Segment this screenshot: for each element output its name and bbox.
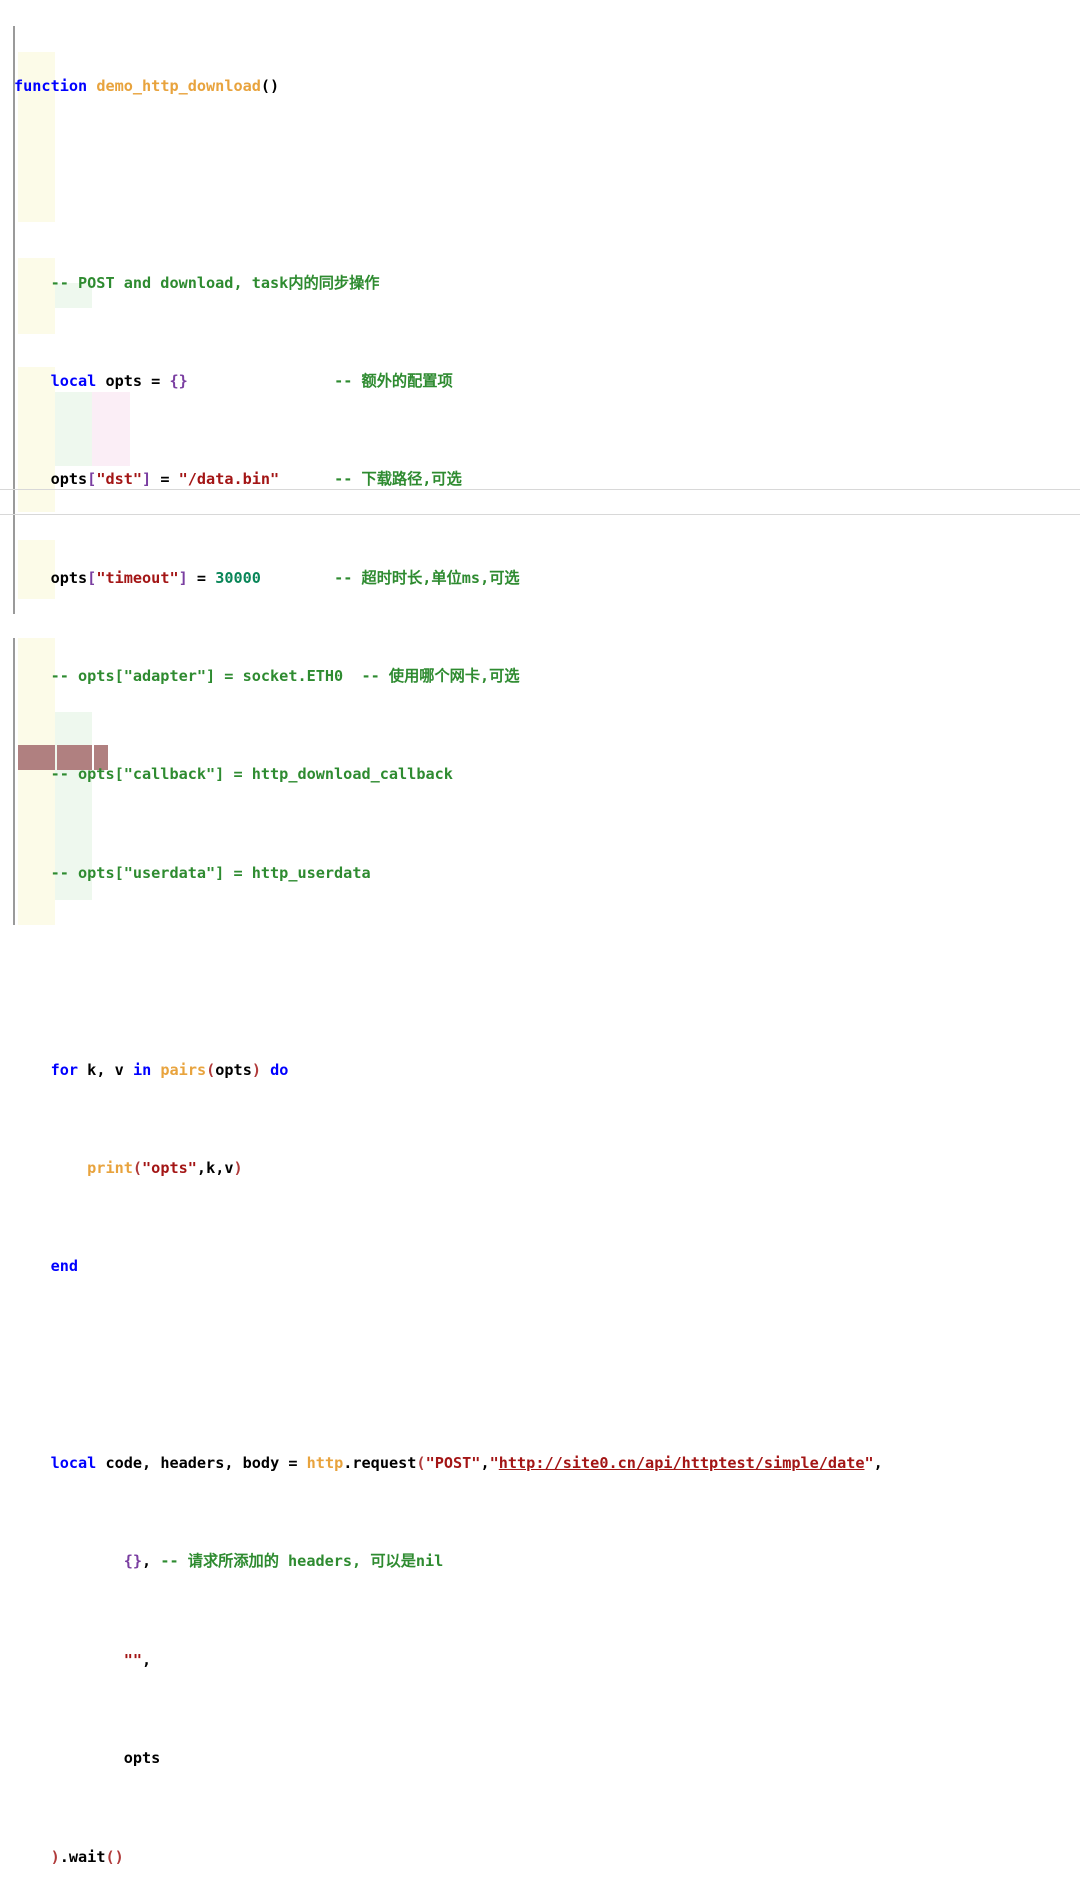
function-print: print <box>87 1158 133 1177</box>
keyword-in: in <box>132 1060 152 1079</box>
string-empty-body: "" <box>123 1650 143 1669</box>
method-wait: wait <box>68 1847 106 1866</box>
code-line[interactable]: opts["timeout"] = 30000 -- 超时时长,单位ms,可选 <box>0 566 1080 591</box>
identifier-opts: opts <box>105 371 143 390</box>
comment-disabled-callback: -- opts["callback"] = http_download_call… <box>50 765 453 784</box>
code-line[interactable]: ).wait() <box>0 1845 1080 1870</box>
code-line[interactable]: end <box>0 1254 1080 1279</box>
code-line[interactable]: -- opts["userdata"] = http_userdata <box>0 861 1080 886</box>
number-timeout: 30000 <box>215 568 261 587</box>
keyword-local: local <box>50 371 97 390</box>
keyword-for: for <box>50 1060 79 1079</box>
current-line-rule-bottom <box>0 514 1080 515</box>
code-line[interactable]: "", <box>0 1648 1080 1673</box>
comment: -- 请求所添加的 headers, 可以是nil <box>160 1552 444 1571</box>
keyword-local: local <box>50 1454 97 1473</box>
identifier-opts: opts <box>50 568 88 587</box>
code-line[interactable]: -- POST and download, task内的同步操作 <box>0 271 1080 296</box>
string-dst-key: "dst" <box>96 470 143 489</box>
comment-disabled-adapter: -- opts["adapter"] = socket.ETH0 <box>50 667 344 686</box>
code-editor-viewport[interactable]: function demo_http_download() -- POST an… <box>0 0 1080 1866</box>
code-line[interactable]: print("opts",k,v) <box>0 1156 1080 1181</box>
code-line[interactable]: -- opts["adapter"] = socket.ETH0 -- 使用哪个… <box>0 664 1080 689</box>
comment: -- 使用哪个网卡,可选 <box>361 667 520 686</box>
identifier-code: code <box>105 1454 143 1473</box>
code-content[interactable]: function demo_http_download() -- POST an… <box>0 0 1080 1902</box>
identifier-k: k <box>87 1060 97 1079</box>
comment-disabled-userdata: -- opts["userdata"] = http_userdata <box>50 863 371 882</box>
comment: -- 下载路径,可选 <box>334 470 462 489</box>
keyword-do: do <box>270 1060 289 1079</box>
code-line[interactable]: -- opts["callback"] = http_download_call… <box>0 762 1080 787</box>
string-dst-value: "/data.bin" <box>178 470 280 489</box>
identifier-body: body <box>242 1454 280 1473</box>
code-line[interactable]: local opts = {} -- 额外的配置项 <box>0 369 1080 394</box>
code-line[interactable]: function demo_http_download() <box>0 74 1080 99</box>
identifier-headers: headers <box>160 1454 225 1473</box>
code-line-blank[interactable] <box>0 172 1080 197</box>
method-request: request <box>352 1454 417 1473</box>
identifier-opts: opts <box>123 1749 161 1768</box>
string-opts-label: "opts" <box>142 1158 197 1177</box>
code-line[interactable]: for k, v in pairs(opts) do <box>0 1058 1080 1083</box>
keyword-function: function <box>14 76 88 95</box>
function-name-demo: demo_http_download <box>96 76 261 95</box>
code-line[interactable]: {}, -- 请求所添加的 headers, 可以是nil <box>0 1549 1080 1574</box>
identifier-v: v <box>224 1158 234 1177</box>
identifier-opts: opts <box>50 470 88 489</box>
code-line-blank[interactable] <box>0 959 1080 984</box>
function-pairs: pairs <box>160 1060 207 1079</box>
identifier-opts: opts <box>215 1060 252 1079</box>
comment: -- POST and download, task内的同步操作 <box>50 273 380 292</box>
current-line-rule-top <box>0 489 1080 490</box>
comment: -- 超时时长,单位ms,可选 <box>334 568 520 587</box>
code-line-blank[interactable] <box>0 1353 1080 1378</box>
module-http: http <box>306 1454 344 1473</box>
code-line[interactable]: opts <box>0 1746 1080 1771</box>
comment: -- 额外的配置项 <box>334 371 453 390</box>
code-line[interactable]: local code, headers, body = http.request… <box>0 1451 1080 1476</box>
keyword-end: end <box>50 1257 79 1276</box>
identifier-v: v <box>114 1060 124 1079</box>
identifier-k: k <box>206 1158 216 1177</box>
string-post-method: "POST" <box>425 1454 481 1473</box>
string-timeout-key: "timeout" <box>96 568 179 587</box>
link-post-url[interactable]: http://site0.cn/api/httptest/simple/date <box>499 1454 865 1472</box>
